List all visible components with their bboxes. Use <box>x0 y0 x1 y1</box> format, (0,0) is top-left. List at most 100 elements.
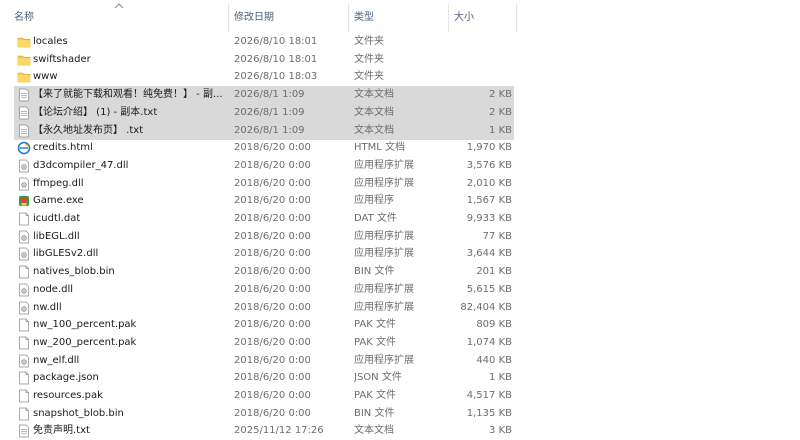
file-name: d3dcompiler_47.dll <box>33 159 129 171</box>
column-divider[interactable] <box>348 4 349 32</box>
file-row[interactable]: resources.pak 2018/6/20 0:00 PAK 文件 4,517 K… <box>14 387 514 405</box>
folder-icon <box>17 35 31 49</box>
text-file-icon <box>17 88 31 102</box>
file-size: 3 KB <box>489 425 512 437</box>
file-row[interactable]: d3dcompiler_47.dll 2018/6/20 0:00 应用程序扩展 3,… <box>14 157 514 175</box>
file-modified-date: 2026/8/10 18:01 <box>234 36 318 47</box>
file-row[interactable]: nw.dll 2018/6/20 0:00 应用程序扩展 82,404 KB <box>14 299 514 317</box>
file-name: www <box>33 71 58 83</box>
file-modified-date: 2018/6/20 0:00 <box>234 195 311 207</box>
file-size: 2,010 KB <box>466 177 512 189</box>
column-header-date[interactable]: 修改日期 <box>234 0 346 36</box>
file-type: 文件夹 <box>354 53 384 65</box>
file-size: 3,576 KB <box>466 159 512 171</box>
file-row[interactable]: nw_elf.dll 2018/6/20 0:00 应用程序扩展 440 KB <box>14 352 514 370</box>
file-size: 1 KB <box>489 124 512 136</box>
file-row[interactable]: www 2026/8/10 18:03 文件夹 <box>14 68 514 86</box>
file-size: 77 KB <box>482 230 512 242</box>
file-row[interactable]: natives_blob.bin 2018/6/20 0:00 BIN 文件 201 … <box>14 263 514 281</box>
column-header-name[interactable]: 名称 <box>14 0 226 36</box>
file-type: BIN 文件 <box>354 266 395 278</box>
file-type: 文本文档 <box>354 106 394 118</box>
file-row[interactable]: icudtl.dat 2018/6/20 0:00 DAT 文件 9,933 KB <box>14 210 514 228</box>
blank-file-icon <box>17 212 31 226</box>
file-row[interactable]: node.dll 2018/6/20 0:00 应用程序扩展 5,615 KB <box>14 281 514 299</box>
file-size: 1,074 KB <box>466 336 512 348</box>
file-size: 3,644 KB <box>466 248 512 260</box>
file-row[interactable]: libGLESv2.dll 2018/6/20 0:00 应用程序扩展 3,644 K… <box>14 245 514 263</box>
file-type: 应用程序扩展 <box>354 301 414 313</box>
column-divider[interactable] <box>228 4 229 32</box>
file-row[interactable]: 【来了就能下载和观看！纯免费！】 - 副... 2026/8/1 1:09 文本文档… <box>14 86 514 105</box>
file-name: nw_100_percent.pak <box>33 319 137 331</box>
file-row[interactable]: snapshot_blob.bin 2018/6/20 0:00 BIN 文件 1,1… <box>14 405 514 423</box>
file-type: 应用程序扩展 <box>354 354 414 366</box>
file-modified-date: 2018/6/20 0:00 <box>234 301 311 313</box>
blank-file-icon <box>17 371 31 385</box>
file-modified-date: 2018/6/20 0:00 <box>234 336 311 348</box>
text-file-icon <box>17 106 31 120</box>
file-size: 9,933 KB <box>466 213 512 224</box>
file-row[interactable]: credits.html 2018/6/20 0:00 HTML 文档 1,970 K… <box>14 139 514 157</box>
file-type: PAK 文件 <box>354 390 396 401</box>
file-type: DAT 文件 <box>354 213 397 224</box>
column-header-bar: 名称 修改日期 类型 大小 <box>0 0 800 36</box>
file-size: 1,567 KB <box>466 195 512 207</box>
file-name: icudtl.dat <box>33 213 81 224</box>
file-type: 应用程序扩展 <box>354 230 414 242</box>
file-size: 2 KB <box>489 106 512 118</box>
column-divider[interactable] <box>516 4 517 32</box>
file-size: 1,970 KB <box>466 142 512 154</box>
file-modified-date: 2018/6/20 0:00 <box>234 319 311 331</box>
file-modified-date: 2026/8/10 18:01 <box>234 53 318 65</box>
file-type: 文本文档 <box>354 89 394 101</box>
file-size: 4,517 KB <box>466 390 512 401</box>
blank-file-icon <box>17 336 31 350</box>
blank-file-icon <box>17 265 31 279</box>
file-name: node.dll <box>33 283 74 295</box>
file-size: 1,135 KB <box>466 407 512 419</box>
file-type: PAK 文件 <box>354 319 396 331</box>
file-modified-date: 2018/6/20 0:00 <box>234 230 311 242</box>
column-header-type[interactable]: 类型 <box>354 0 446 36</box>
file-row[interactable]: libEGL.dll 2018/6/20 0:00 应用程序扩展 77 KB <box>14 228 514 246</box>
file-modified-date: 2018/6/20 0:00 <box>234 248 311 260</box>
text-file-icon <box>17 124 31 138</box>
file-row[interactable]: ffmpeg.dll 2018/6/20 0:00 应用程序扩展 2,010 KB <box>14 175 514 193</box>
file-type: JSON 文件 <box>354 372 402 384</box>
file-type: 应用程序扩展 <box>354 159 414 171</box>
file-row[interactable]: 免责声明.txt 2025/11/12 17:26 文本文档 3 KB <box>14 422 514 440</box>
file-row[interactable]: Game.exe 2018/6/20 0:00 应用程序 1,567 KB <box>14 192 514 210</box>
file-row[interactable]: 【论坛介绍】 (1) - 副本.txt 2026/8/1 1:09 文本文档 2 KB <box>14 103 514 122</box>
file-size: 82,404 KB <box>460 301 512 313</box>
file-modified-date: 2018/6/20 0:00 <box>234 283 311 295</box>
file-row[interactable]: nw_200_percent.pak 2018/6/20 0:00 PAK 文件 1,… <box>14 334 514 352</box>
file-name: resources.pak <box>33 390 103 401</box>
blank-file-icon <box>17 318 31 332</box>
folder-icon <box>17 70 31 84</box>
file-size: 2 KB <box>489 89 512 101</box>
file-modified-date: 2018/6/20 0:00 <box>234 177 311 189</box>
file-row[interactable]: package.json 2018/6/20 0:00 JSON 文件 1 KB <box>14 369 514 387</box>
file-modified-date: 2018/6/20 0:00 <box>234 213 311 224</box>
file-row[interactable]: swiftshader 2026/8/10 18:01 文件夹 <box>14 51 514 69</box>
text-file-icon <box>17 424 31 438</box>
file-type: 文件夹 <box>354 36 384 47</box>
file-name: libGLESv2.dll <box>33 248 99 260</box>
file-modified-date: 2025/11/12 17:26 <box>234 425 324 437</box>
column-divider[interactable] <box>448 4 449 32</box>
file-size: 1 KB <box>489 372 512 384</box>
file-name: ffmpeg.dll <box>33 177 84 189</box>
file-modified-date: 2018/6/20 0:00 <box>234 390 311 401</box>
column-header-size[interactable]: 大小 <box>454 0 514 36</box>
dll-file-icon <box>17 301 31 315</box>
file-name: Game.exe <box>33 195 84 207</box>
file-type: 应用程序扩展 <box>354 248 414 260</box>
file-type: BIN 文件 <box>354 407 395 419</box>
file-row[interactable]: locales 2026/8/10 18:01 文件夹 <box>14 33 514 51</box>
file-row[interactable]: 【永久地址发布页】 .txt 2026/8/1 1:09 文本文档 1 KB <box>14 121 514 140</box>
file-modified-date: 2026/8/1 1:09 <box>234 89 305 101</box>
file-row[interactable]: nw_100_percent.pak 2018/6/20 0:00 PAK 文件 80… <box>14 316 514 334</box>
file-size: 5,615 KB <box>466 283 512 295</box>
file-name: 免责声明.txt <box>33 425 90 437</box>
